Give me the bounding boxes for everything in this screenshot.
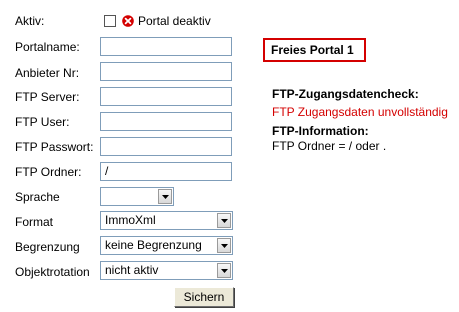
- chevron-down-icon[interactable]: [158, 189, 172, 204]
- ftp-user-input[interactable]: [100, 112, 232, 131]
- format-select[interactable]: ImmoXml: [100, 211, 233, 230]
- format-label: Format: [15, 215, 54, 229]
- chevron-down-icon[interactable]: [217, 213, 231, 228]
- ftp-ordner-input[interactable]: /: [100, 162, 232, 181]
- portalname-label: Portalname:: [15, 40, 80, 54]
- begrenzung-label: Begrenzung: [15, 240, 80, 254]
- anbieter-nr-input[interactable]: [100, 62, 232, 81]
- portal-settings-panel: Aktiv: Portal deaktiv Portalname: Anbiet…: [0, 0, 459, 312]
- ftp-passwort-label: FTP Passwort:: [15, 140, 94, 154]
- save-button[interactable]: Sichern: [174, 287, 234, 307]
- portal-title: Freies Portal 1: [263, 38, 366, 62]
- error-x-icon: [122, 15, 134, 27]
- ftp-user-label: FTP User:: [15, 115, 70, 129]
- ftp-ordner-label: FTP Ordner:: [15, 165, 82, 179]
- ftp-info-text: FTP Ordner = / oder .: [272, 139, 387, 153]
- ftp-check-status: FTP Zugangsdaten unvollständig: [272, 105, 448, 119]
- ftp-passwort-input[interactable]: [100, 137, 232, 156]
- portal-status-text: Portal deaktiv: [138, 14, 211, 28]
- format-value: ImmoXml: [105, 213, 156, 227]
- objektrotation-label: Objektrotation: [15, 265, 90, 279]
- chevron-down-icon[interactable]: [217, 238, 231, 253]
- begrenzung-select[interactable]: keine Begrenzung: [100, 236, 233, 255]
- sprache-label: Sprache: [15, 190, 60, 204]
- ftp-server-input[interactable]: [100, 87, 232, 106]
- objektrotation-value: nicht aktiv: [105, 263, 159, 277]
- aktiv-label: Aktiv:: [15, 14, 45, 28]
- ftp-info-heading: FTP-Information:: [272, 124, 369, 138]
- chevron-down-icon[interactable]: [217, 263, 231, 278]
- ftp-server-label: FTP Server:: [15, 90, 80, 104]
- begrenzung-value: keine Begrenzung: [105, 238, 202, 252]
- ftp-check-heading: FTP-Zugangsdatencheck:: [272, 87, 419, 101]
- objektrotation-select[interactable]: nicht aktiv: [100, 261, 233, 280]
- portalname-input[interactable]: [100, 37, 232, 56]
- aktiv-checkbox[interactable]: [104, 15, 116, 27]
- anbieter-nr-label: Anbieter Nr:: [15, 66, 80, 80]
- sprache-select[interactable]: [100, 187, 174, 206]
